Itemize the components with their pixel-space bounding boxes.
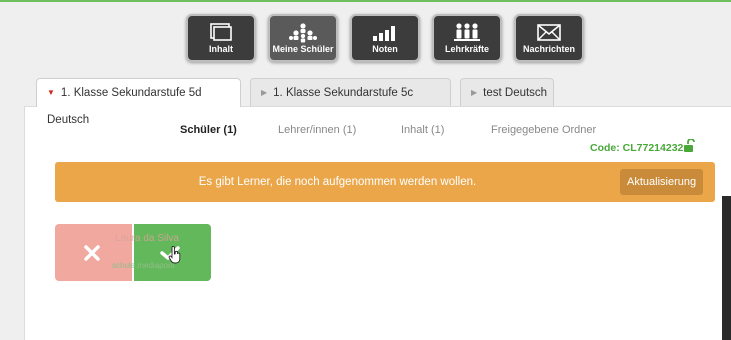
top-accent-strip (0, 0, 731, 2)
toolbar-label: Nachrichten (522, 44, 575, 54)
toolbar-label: Meine Schüler (272, 44, 334, 54)
toolbar-label: Lehrkräfte (444, 44, 489, 54)
grade-bars-icon (352, 22, 418, 44)
refresh-button[interactable]: Aktualisierung (620, 169, 704, 195)
subnav-inhalt[interactable]: Inhalt (1) (401, 124, 444, 136)
caret-right-icon: ▶ (471, 88, 478, 97)
tab-klasse-5d[interactable]: ▼ 1. Klasse Sekundarstufe 5d Deutsch (36, 78, 241, 126)
banner-message: Es gibt Lerner, die noch aufgenommen wer… (198, 176, 477, 188)
toolbar-label: Noten (372, 44, 398, 54)
right-edge-dark-region (722, 196, 731, 340)
caret-down-icon: ▼ (47, 88, 55, 97)
envelope-icon (516, 22, 582, 44)
toolbar-button-lehrkraefte[interactable]: Lehrkräfte (432, 14, 502, 62)
hand-cursor-icon (168, 245, 182, 269)
toolbar-button-meine-schueler[interactable]: Meine Schüler (268, 14, 338, 62)
class-code: Code: CL77214232 (590, 142, 684, 154)
unlock-icon[interactable] (683, 138, 695, 158)
tab-test-deutsch[interactable]: ▶ test Deutsch (460, 78, 554, 106)
people-icon (270, 22, 336, 44)
subnav-schueler[interactable]: Schüler (1) (180, 124, 237, 136)
close-icon (84, 245, 100, 266)
toolbar-button-noten[interactable]: Noten (350, 14, 420, 62)
tab-klasse-5c[interactable]: ▶1. Klasse Sekundarstufe 5c Deutsch (250, 78, 451, 126)
toolbar-label: Inhalt (209, 44, 233, 54)
toolbar-button-nachrichten[interactable]: Nachrichten (514, 14, 584, 62)
pending-student-card: Laura da Silva schule.mediapool (55, 224, 211, 281)
toolbar-button-inhalt[interactable]: Inhalt (186, 14, 256, 62)
subnav-lehrer[interactable]: Lehrer/innen (1) (278, 124, 356, 136)
pending-learners-banner: Es gibt Lerner, die noch aufgenommen wer… (55, 162, 715, 202)
teachers-icon (434, 22, 500, 44)
tab-label: test Deutsch (483, 87, 548, 99)
subnav-freigegebene-ordner[interactable]: Freigegebene Ordner (491, 124, 596, 136)
student-name: Laura da Silva (115, 233, 179, 244)
caret-right-icon: ▶ (261, 88, 268, 97)
main-toolbar: Inhalt Meine Schüler Noten Lehrkräfte Na… (0, 14, 731, 64)
window-icon (188, 22, 254, 44)
